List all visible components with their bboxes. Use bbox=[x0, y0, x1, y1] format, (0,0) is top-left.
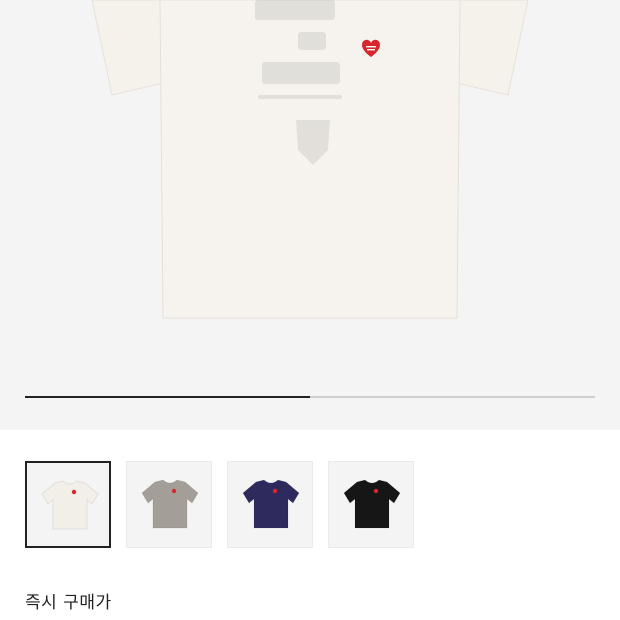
right-sleeve bbox=[451, 0, 529, 96]
carousel-progress-fill bbox=[25, 396, 310, 398]
left-sleeve bbox=[91, 0, 169, 96]
t-shirt-front-icon bbox=[91, 0, 529, 319]
t-shirt-icon bbox=[41, 480, 99, 530]
variant-thumb-navy[interactable] bbox=[227, 461, 313, 548]
instant-buy-price-label: 즉시 구매가 bbox=[25, 593, 112, 613]
t-shirt-icon bbox=[343, 479, 401, 529]
shirt-shape bbox=[41, 480, 99, 530]
t-shirt-icon bbox=[141, 479, 199, 529]
shirt-shape bbox=[343, 479, 401, 529]
heart-logo-icon bbox=[272, 488, 278, 494]
heart-logo-icon bbox=[373, 488, 379, 494]
heart-logo-icon bbox=[71, 489, 77, 495]
variant-thumb-white[interactable] bbox=[25, 461, 111, 548]
carousel-progress-track bbox=[25, 396, 595, 398]
t-shirt-icon bbox=[242, 479, 300, 529]
shirt-shape bbox=[242, 479, 300, 529]
product-hero-image[interactable] bbox=[0, 0, 620, 430]
variant-thumb-gray[interactable] bbox=[126, 461, 212, 548]
variant-thumb-black[interactable] bbox=[328, 461, 414, 548]
shirt-shape bbox=[141, 479, 199, 529]
heart-logo-icon bbox=[171, 488, 177, 494]
